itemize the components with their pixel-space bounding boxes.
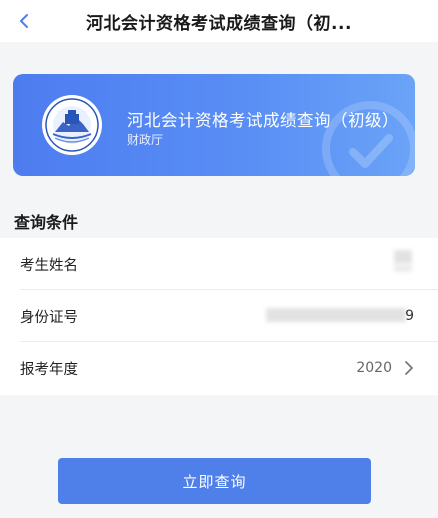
finance-dept-logo xyxy=(42,95,102,155)
exam-banner: 河北会计资格考试成绩查询（初级） 财政厅 xyxy=(13,74,415,176)
banner-title: 河北会计资格考试成绩查询（初级） xyxy=(127,111,399,130)
id-value-redacted xyxy=(266,308,406,322)
year-row[interactable]: 报考年度 2020 xyxy=(0,342,438,394)
id-label: 身份证号 xyxy=(20,309,78,326)
banner-subtitle: 财政厅 xyxy=(127,133,164,147)
section-title: 查询条件 xyxy=(14,213,79,232)
name-value-redacted-2 xyxy=(394,264,412,272)
id-row[interactable]: 身份证号 9 xyxy=(0,290,438,342)
back-button[interactable] xyxy=(8,5,40,37)
id-value-tail: 9 xyxy=(405,308,414,324)
year-value: 2020 xyxy=(356,360,392,376)
name-value-redacted xyxy=(394,250,412,264)
page-title: 河北会计资格考试成绩查询（初... xyxy=(86,13,352,34)
name-label: 考生姓名 xyxy=(20,257,78,274)
chevron-right-icon xyxy=(405,361,413,375)
name-row[interactable]: 考生姓名 xyxy=(0,238,438,290)
nav-bar: 河北会计资格考试成绩查询（初... xyxy=(0,0,438,42)
chevron-left-icon xyxy=(20,14,28,28)
year-label: 报考年度 xyxy=(20,361,78,378)
query-form: 考生姓名 身份证号 9 报考年度 2020 xyxy=(0,238,438,395)
submit-query-button[interactable]: 立即查询 xyxy=(58,458,371,504)
